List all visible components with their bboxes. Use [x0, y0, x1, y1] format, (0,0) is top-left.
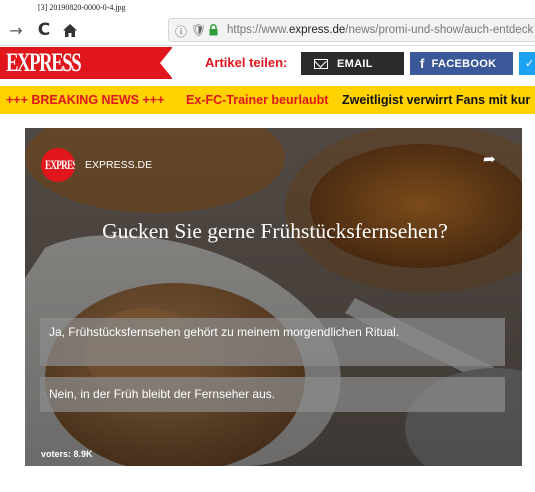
site-header: EXPRESS Artikel teilen: EMAIL f FACEBOOK… — [0, 47, 535, 79]
breaking-news-ticker: +++ BREAKING NEWS +++ Ex-FC-Trainer beur… — [0, 86, 535, 114]
share-icon[interactable]: ➦ — [483, 150, 496, 168]
poll-question: Gucken Sie gerne Frühstücksfernsehen? — [102, 219, 448, 243]
poll-source-name[interactable]: EXPRESS.DE — [85, 159, 152, 171]
voter-count: voters: 8.9K — [41, 449, 93, 459]
facebook-share-label: FACEBOOK — [431, 57, 497, 70]
browser-toolbar: → C ⓘ 🛡 https://www.express.de/news/prom… — [0, 14, 535, 46]
poll-widget: EXPRESS EXPRESS.DE ➦ Gucken Sie gerne Fr… — [25, 128, 522, 466]
file-label: [3] 20190820-0000-0-4.jpg — [38, 3, 126, 12]
ticker-headline-1[interactable]: Ex-FC-Trainer beurlaubt — [186, 93, 328, 107]
lock-icon — [209, 24, 218, 36]
back-arrow-icon[interactable]: → — [6, 20, 26, 40]
express-logo[interactable]: EXPRESS — [6, 49, 82, 77]
poll-option-no[interactable]: Nein, in der Früh bleibt der Fernseher a… — [40, 377, 505, 412]
facebook-icon: f — [420, 56, 425, 71]
reload-icon[interactable]: C — [34, 20, 54, 40]
ticker-headline-2[interactable]: Zweitligist verwirrt Fans mit kur — [342, 93, 530, 107]
source-avatar[interactable]: EXPRESS — [41, 148, 75, 182]
twitter-share-button[interactable]: ✓ — [519, 52, 535, 75]
twitter-icon: ✓ — [525, 58, 535, 70]
breaking-news-label: +++ BREAKING NEWS +++ — [6, 93, 165, 107]
email-share-button[interactable]: EMAIL — [301, 52, 404, 75]
share-label: Artikel teilen: — [205, 55, 288, 70]
home-icon[interactable] — [60, 20, 80, 40]
info-icon[interactable]: ⓘ — [175, 23, 187, 40]
email-share-label: EMAIL — [337, 57, 373, 70]
mail-icon — [314, 58, 328, 69]
url-text: https://www.express.de/news/promi-und-sh… — [227, 24, 534, 36]
shield-icon[interactable]: 🛡 — [191, 23, 206, 37]
avatar-logo-text: EXPRESS — [45, 157, 75, 172]
breakfast-background-image — [25, 128, 522, 466]
address-bar[interactable]: ⓘ 🛡 https://www.express.de/news/promi-un… — [168, 18, 535, 42]
facebook-share-button[interactable]: f FACEBOOK — [410, 52, 513, 75]
poll-option-yes[interactable]: Ja, Frühstücksfernsehen gehört zu meinem… — [40, 318, 505, 366]
